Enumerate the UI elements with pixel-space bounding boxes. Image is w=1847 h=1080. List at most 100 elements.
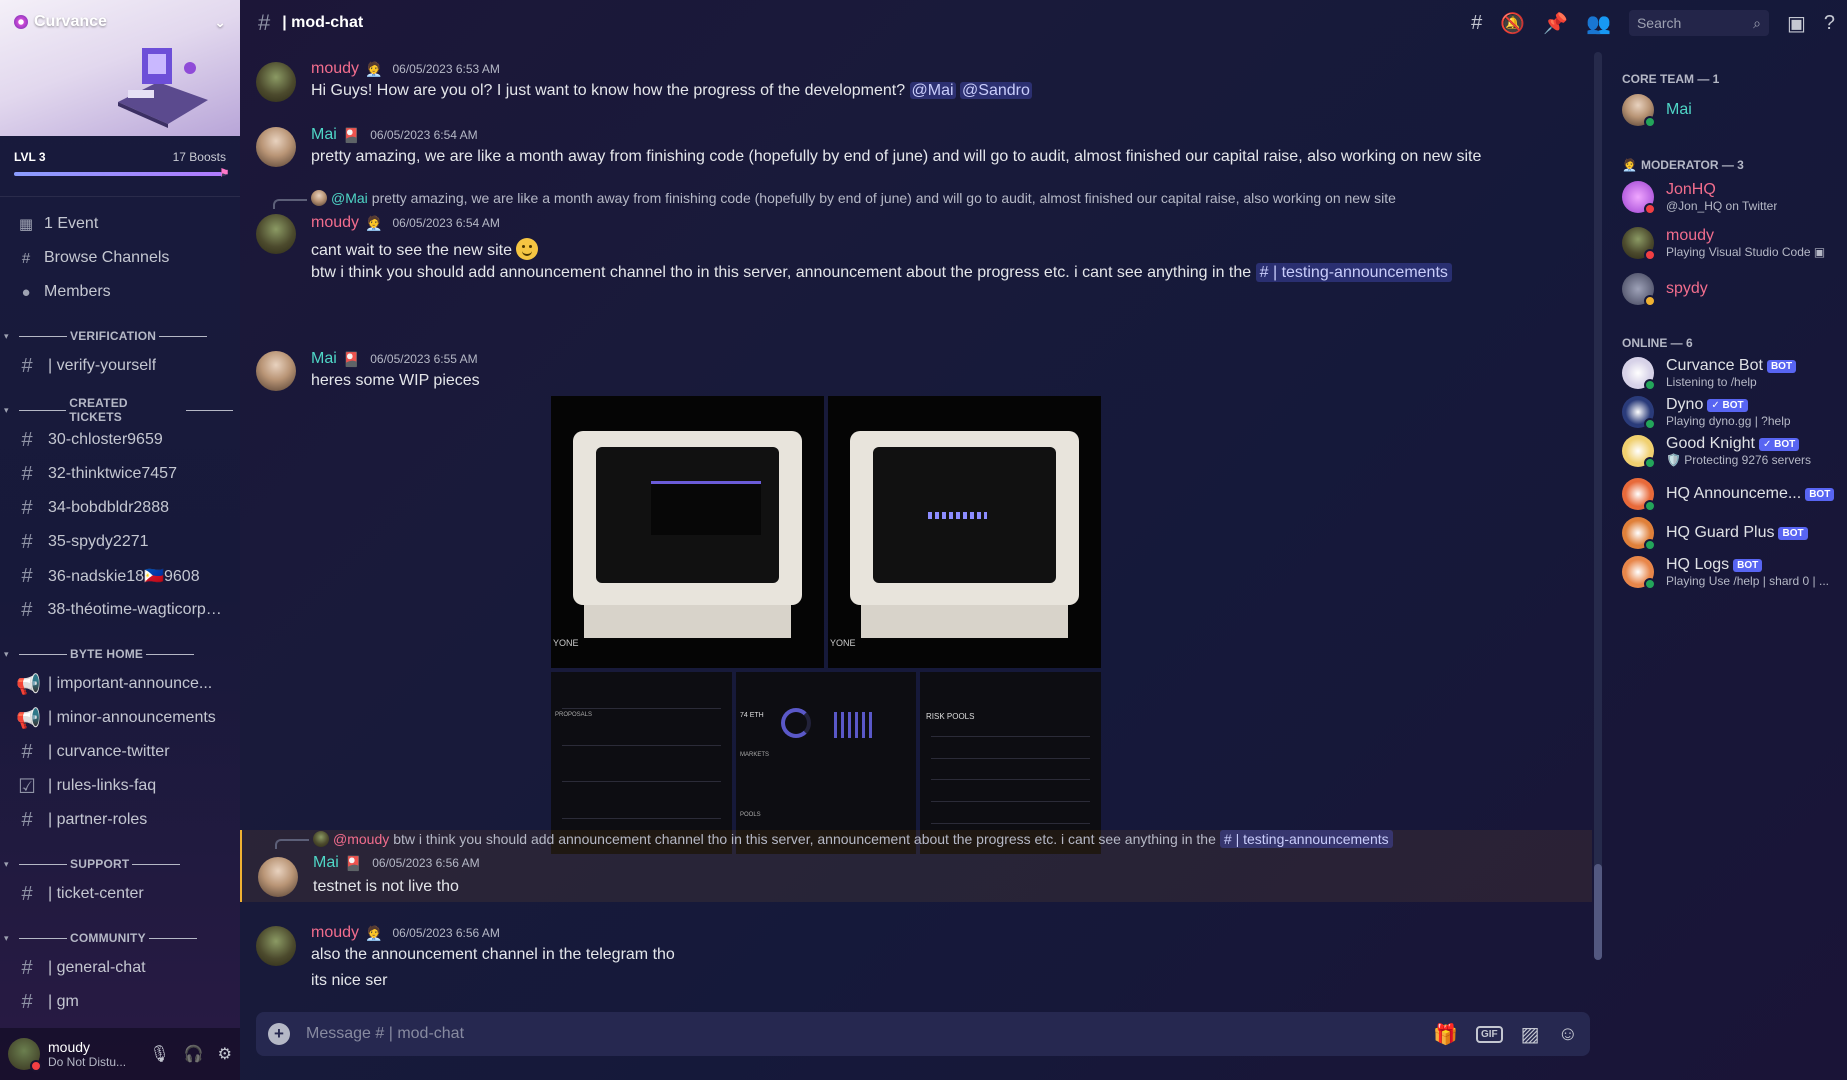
server-banner[interactable]: Curvance ⌄ <box>0 0 240 136</box>
channel-item[interactable]: # | ticket-center <box>0 877 240 911</box>
message[interactable]: moudy 🧑‍💼 06/05/2023 6:56 AM also the an… <box>240 920 1592 996</box>
inbox-icon[interactable]: ▣ <box>1787 11 1806 36</box>
channel-hash-icon: # <box>21 808 33 831</box>
member-item[interactable]: Dyno ✓ BOT Playing dyno.gg | ?help <box>1622 391 1839 433</box>
member-name: HQ Guard Plus <box>1666 524 1775 541</box>
channel-item[interactable]: #38-théotime-wagticorp7... <box>0 593 240 627</box>
chevron-down-icon[interactable]: ⌄ <box>214 14 226 31</box>
headphones-icon[interactable]: 🎧 <box>184 1044 204 1064</box>
author-name[interactable]: Mai <box>313 854 339 872</box>
announcement-icon: 📢 <box>16 673 41 696</box>
member-name-row: HQ Logs BOT <box>1666 556 1829 574</box>
member-item[interactable]: moudy Playing Visual Studio Code ▣ <box>1622 222 1839 264</box>
message-composer[interactable]: + Message # | mod-chat 🎁 GIF ▨ ☺ <box>256 1012 1590 1056</box>
gif-icon[interactable]: GIF <box>1476 1025 1503 1043</box>
user-mention[interactable]: @Mai <box>909 82 956 99</box>
member-name: spydy <box>1666 280 1708 297</box>
channel-item[interactable]: ☑ | rules-links-faq <box>0 769 240 803</box>
message[interactable]: Mai 🎴 06/05/2023 6:54 AM pretty amazing,… <box>240 122 1592 170</box>
author-avatar[interactable] <box>258 857 298 897</box>
reply-author[interactable]: @Mai <box>331 190 368 206</box>
author-name[interactable]: moudy <box>311 924 359 942</box>
nav-browse-channels[interactable]: # Browse Channels <box>0 241 240 275</box>
category-header[interactable]: ▾ CREATED TICKETS <box>0 396 240 424</box>
reply-preview[interactable]: @moudy btw i think you should add announ… <box>313 830 1393 848</box>
slight-smile-emoji-icon[interactable] <box>516 238 539 260</box>
user-info[interactable]: moudy Do Not Distu... <box>48 1039 126 1069</box>
channel-item[interactable]: #32-thinktwice7457 <box>0 457 240 491</box>
channel-mention[interactable]: # | testing-announcements <box>1219 830 1393 848</box>
reply-author[interactable]: @moudy <box>333 831 389 847</box>
channel-item[interactable]: #36-nadskie18🇵🇭9608 <box>0 559 240 593</box>
author-avatar[interactable] <box>256 127 296 167</box>
attachment-image[interactable]: YONE <box>551 396 824 668</box>
channel-item[interactable]: 📢 | minor-announcements <box>0 701 240 735</box>
reply-preview[interactable]: @Mai pretty amazing, we are like a month… <box>311 190 1396 206</box>
channel-item[interactable]: 📢 | important-announce... <box>0 667 240 701</box>
attachment-image[interactable]: PROPOSALS <box>551 672 732 854</box>
nav-events[interactable]: ▦ 1 Event <box>0 207 240 241</box>
user-mention[interactable]: @Sandro <box>960 82 1032 99</box>
dnd-status-icon <box>1644 249 1656 261</box>
message-text: heres some WIP pieces <box>311 372 480 389</box>
add-attachment-icon[interactable]: + <box>268 1023 290 1045</box>
pin-icon[interactable]: 📌 <box>1543 11 1568 36</box>
author-avatar[interactable] <box>256 62 296 102</box>
message-highlighted[interactable]: @moudy btw i think you should add announ… <box>240 830 1592 902</box>
attachment-image[interactable]: RISK POOLS <box>920 672 1101 854</box>
message[interactable]: @Mai pretty amazing, we are like a month… <box>240 190 1592 330</box>
member-item[interactable]: HQ Logs BOT Playing Use /help | shard 0 | … <box>1622 551 1839 593</box>
help-icon[interactable]: ? <box>1824 12 1835 35</box>
member-item[interactable]: spydy <box>1622 268 1839 310</box>
nav-members[interactable]: ● Members <box>0 275 240 309</box>
user-avatar[interactable] <box>8 1038 42 1072</box>
gear-icon[interactable]: ⚙ <box>218 1044 232 1064</box>
channel-item[interactable]: #35-spydy2271 <box>0 525 240 559</box>
author-name[interactable]: Mai <box>311 350 337 368</box>
member-item[interactable]: Good Knight ✓ BOT 🛡️ Protecting 9276 serve… <box>1622 430 1839 472</box>
author-name[interactable]: moudy <box>311 60 359 78</box>
channel-item[interactable]: # | gm <box>0 985 240 1019</box>
member-list-icon[interactable]: 👥 <box>1586 11 1611 36</box>
online-status-icon <box>1644 418 1656 430</box>
member-item[interactable]: HQ Announceme... BOT <box>1622 473 1839 515</box>
channel-item[interactable]: #30-chloster9659 <box>0 423 240 457</box>
boost-level[interactable]: LVL 3 17 Boosts <box>0 136 240 164</box>
channel-item[interactable]: #34-bobdbldr2888 <box>0 491 240 525</box>
channel-item[interactable]: # | curvance-twitter <box>0 735 240 769</box>
channel-item[interactable]: # | partner-roles <box>0 803 240 837</box>
category-header[interactable]: ▾ COMMUNITY <box>0 925 240 951</box>
author-name[interactable]: moudy <box>311 214 359 232</box>
threads-icon[interactable]: # <box>1471 12 1482 35</box>
category-label: VERIFICATION <box>70 329 157 343</box>
category-header[interactable]: ▾ BYTE HOME <box>0 641 240 667</box>
scrollbar-thumb[interactable] <box>1594 864 1602 960</box>
author-avatar[interactable] <box>256 214 296 254</box>
author-name[interactable]: Mai <box>311 126 337 144</box>
channel-mention[interactable]: # | testing-announcements <box>1255 263 1452 282</box>
emoji-picker-icon[interactable]: ☺ <box>1558 1023 1578 1046</box>
channel-item[interactable]: # | verify-yourself <box>0 349 240 383</box>
attachment-image[interactable]: 74 ETH MARKETS POOLS <box>736 672 916 854</box>
search-input[interactable]: Search ⌕ <box>1628 10 1769 36</box>
member-item[interactable]: HQ Guard Plus BOT <box>1622 512 1839 554</box>
bot-badge: BOT <box>1805 487 1835 501</box>
gift-icon[interactable]: 🎁 <box>1433 1022 1458 1047</box>
message[interactable]: moudy 🧑‍💼 06/05/2023 6:53 AM Hi Guys! Ho… <box>240 56 1592 104</box>
banner-illustration <box>118 48 208 128</box>
server-header[interactable]: Curvance ⌄ <box>14 13 226 31</box>
member-item[interactable]: Mai <box>1622 89 1839 131</box>
chat-scrollbar[interactable] <box>1594 52 1602 960</box>
channel-item[interactable]: # | general-chat <box>0 951 240 985</box>
author-avatar[interactable] <box>256 926 296 966</box>
category-header[interactable]: ▾ VERIFICATION <box>0 323 240 349</box>
member-item[interactable]: JonHQ @Jon_HQ on Twitter <box>1622 176 1839 218</box>
mute-bell-icon[interactable]: 🔕 <box>1500 11 1525 36</box>
category-header[interactable]: ▾ SUPPORT <box>0 851 240 877</box>
timestamp: 06/05/2023 6:56 AM <box>392 926 500 940</box>
member-item[interactable]: Curvance Bot BOT Listening to /help <box>1622 352 1839 394</box>
sticker-icon[interactable]: ▨ <box>1521 1022 1540 1047</box>
microphone-icon[interactable]: 🎙 <box>149 1044 169 1064</box>
attachment-image[interactable]: YONE <box>828 396 1101 668</box>
author-avatar[interactable] <box>256 351 296 391</box>
